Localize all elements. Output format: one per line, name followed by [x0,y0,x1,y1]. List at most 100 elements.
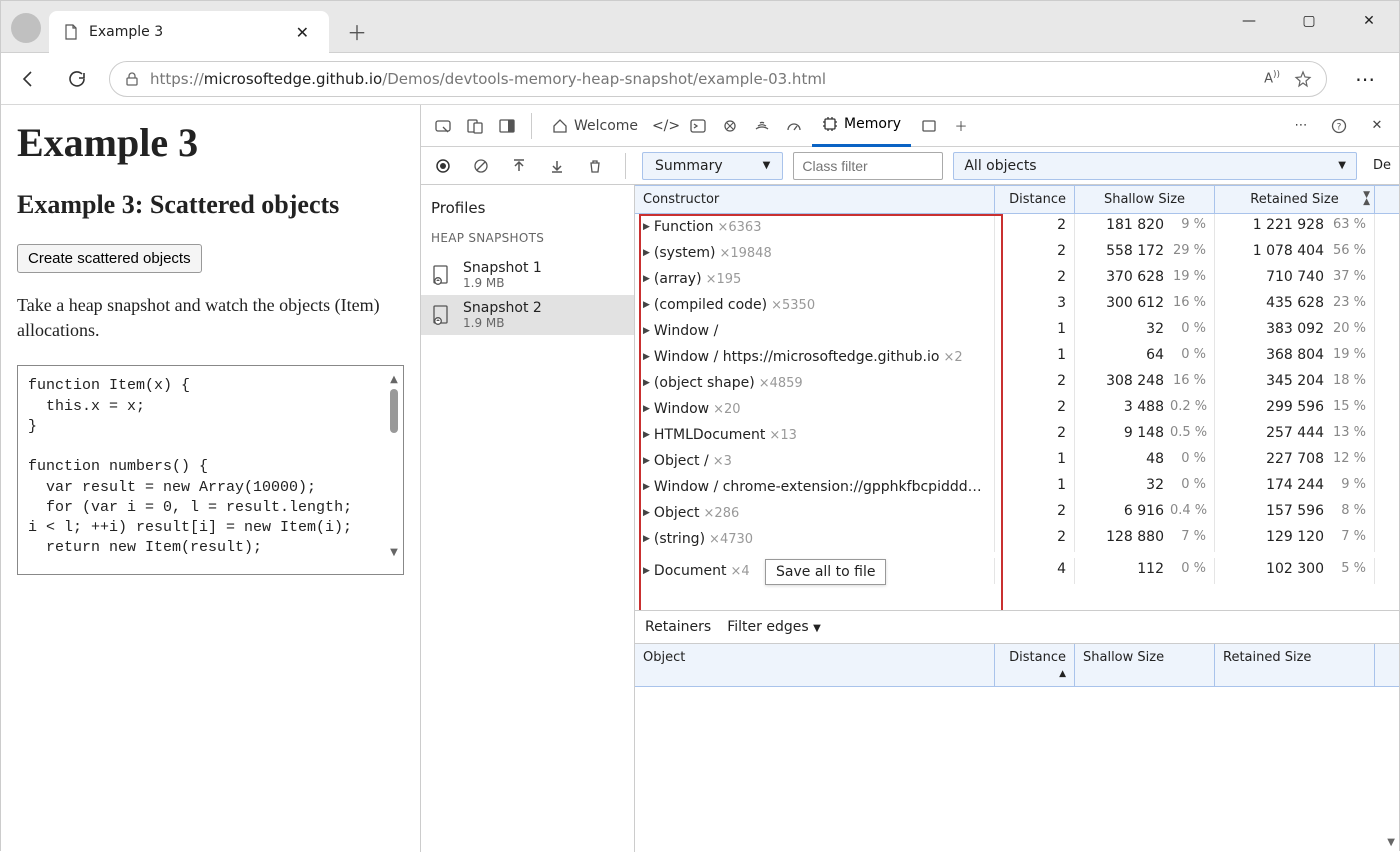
memory-icon [822,116,838,132]
shallow-pct: 16 % [1170,373,1206,393]
browser-more-button[interactable]: ⋯ [1343,67,1387,91]
retainers-label[interactable]: Retainers [645,619,711,635]
help-icon[interactable]: ? [1325,112,1353,140]
table-row[interactable]: ▶ (object shape) ×4859 2 308 248 16 % 34… [635,370,1399,396]
distance-cell: 1 [995,344,1075,370]
console-icon[interactable] [684,112,712,140]
retained-pct: 56 % [1330,243,1366,263]
table-row[interactable]: ▶ Window / 1 32 0 % 383 092 20 % [635,318,1399,344]
th-shallow[interactable]: Shallow Size [1075,186,1215,213]
disclose-icon[interactable]: ▶ [643,274,650,284]
th-distance[interactable]: Distance [995,186,1075,213]
elements-icon[interactable]: </> [652,112,680,140]
table-row[interactable]: ▶ Document ×4 4 112 0 % 102 300 5 % [635,558,1399,584]
dock-icon[interactable] [493,112,521,140]
application-icon[interactable] [915,112,943,140]
clear-button[interactable] [467,152,495,180]
disclose-icon[interactable]: ▶ [643,352,650,362]
scroll-up-icon[interactable]: ▲ [387,374,401,385]
read-aloud-icon[interactable]: A)) [1264,70,1280,86]
table-row[interactable]: ▶ (array) ×195 2 370 628 19 % 710 740 37… [635,266,1399,292]
table-row[interactable]: ▶ HTMLDocument ×13 2 9 148 0.5 % 257 444… [635,422,1399,448]
close-window-button[interactable]: ✕ [1339,1,1399,41]
welcome-tab[interactable]: Welcome [542,105,648,147]
separator [531,113,532,139]
close-devtools-icon[interactable]: ✕ [1363,112,1391,140]
scroll-down-icon[interactable]: ▼ [387,547,401,558]
table-row[interactable]: ▶ Window / chrome-extension://gpphkfbcpi… [635,474,1399,500]
constructor-count: ×195 [706,272,742,287]
refresh-button[interactable] [61,63,93,95]
all-objects-dropdown[interactable]: All objects ▼ [953,152,1357,180]
retained-size: 299 596 [1266,399,1324,419]
disclose-icon[interactable]: ▶ [643,482,650,492]
disclose-icon[interactable]: ▶ [643,430,650,440]
table-row[interactable]: ▶ Window / https://microsoftedge.github.… [635,344,1399,370]
back-button[interactable] [13,63,45,95]
shallow-size: 64 [1146,347,1164,367]
distance-cell: 1 [995,448,1075,474]
disclose-icon[interactable]: ▶ [643,248,650,258]
table-row[interactable]: ▶ (system) ×19848 2 558 172 29 % 1 078 4… [635,240,1399,266]
save-all-tooltip: Save all to file [765,559,886,585]
code-box[interactable]: function Item(x) { this.x = x; } functio… [17,365,404,575]
disclose-icon[interactable]: ▶ [643,300,650,310]
shallow-size: 9 148 [1124,425,1164,445]
table-row[interactable]: ▶ Window ×20 2 3 488 0.2 % 299 596 15 % [635,396,1399,422]
table-row[interactable]: ▶ Object / ×3 1 48 0 % 227 708 12 % [635,448,1399,474]
disclose-icon[interactable]: ▶ [643,222,650,232]
disclose-icon[interactable]: ▶ [643,326,650,336]
shallow-pct: 0 % [1170,477,1206,497]
constructor-name: Window / [654,323,718,339]
constructor-count: ×13 [769,428,796,443]
scroll-down-icon[interactable]: ▼ [1387,837,1395,848]
rh-retained[interactable]: Retained Size [1215,644,1375,686]
performance-icon[interactable] [780,112,808,140]
scroll-thumb[interactable] [390,389,398,433]
snapshot-item[interactable]: Snapshot 1 1.9 MB [421,255,634,295]
disclose-icon[interactable]: ▶ [643,456,650,466]
record-button[interactable] [429,152,457,180]
table-header: Constructor Distance Shallow Size Retain… [635,185,1399,214]
rh-shallow[interactable]: Shallow Size [1075,644,1215,686]
table-row[interactable]: ▶ Function ×6363 2 181 820 9 % 1 221 928… [635,214,1399,240]
add-tab-icon[interactable]: ＋ [947,112,975,140]
disclose-icon[interactable]: ▶ [643,404,650,414]
favorite-icon[interactable] [1294,70,1312,88]
load-profile-icon[interactable] [505,152,533,180]
delete-profile-icon[interactable] [581,152,609,180]
disclose-icon[interactable]: ▶ [643,378,650,388]
rh-distance[interactable]: Distance ▲ [995,644,1075,686]
th-constructor[interactable]: Constructor [635,186,995,213]
maximize-button[interactable]: ▢ [1279,1,1339,41]
snapshot-item[interactable]: Snapshot 2 1.9 MB [421,295,634,335]
th-retained[interactable]: Retained Size ▼▲ [1215,186,1375,213]
sources-icon[interactable] [716,112,744,140]
browser-tab[interactable]: Example 3 ✕ [49,11,329,53]
constructor-name: (string) [654,531,705,547]
new-tab-button[interactable]: ＋ [347,17,367,46]
summary-dropdown[interactable]: Summary ▼ [642,152,783,180]
devtools-more-icon[interactable]: ⋯ [1287,112,1315,140]
table-row[interactable]: ▶ (compiled code) ×5350 3 300 612 16 % 4… [635,292,1399,318]
class-filter-input[interactable] [793,152,943,180]
memory-tab[interactable]: Memory [812,105,911,147]
close-tab-icon[interactable]: ✕ [290,23,315,42]
disclose-icon[interactable]: ▶ [643,534,650,544]
device-toolbar-icon[interactable] [461,112,489,140]
create-objects-button[interactable]: Create scattered objects [17,244,202,273]
filter-edges-dropdown[interactable]: Filter edges ▼ [727,619,821,635]
scrollbar[interactable]: ▲ ▼ [387,374,401,554]
network-icon[interactable] [748,112,776,140]
rh-object[interactable]: Object [635,644,995,686]
minimize-button[interactable]: — [1219,1,1279,41]
profile-avatar[interactable] [11,13,41,43]
disclose-icon[interactable]: ▶ [643,566,650,576]
table-row[interactable]: ▶ Object ×286 2 6 916 0.4 % 157 596 8 % [635,500,1399,526]
address-box[interactable]: https://microsoftedge.github.io/Demos/de… [109,61,1327,97]
retained-size: 435 628 [1266,295,1324,315]
disclose-icon[interactable]: ▶ [643,508,650,518]
save-profile-icon[interactable] [543,152,571,180]
table-row[interactable]: ▶ (string) ×4730 2 128 880 7 % 129 120 7… [635,526,1399,552]
inspect-element-icon[interactable] [429,112,457,140]
